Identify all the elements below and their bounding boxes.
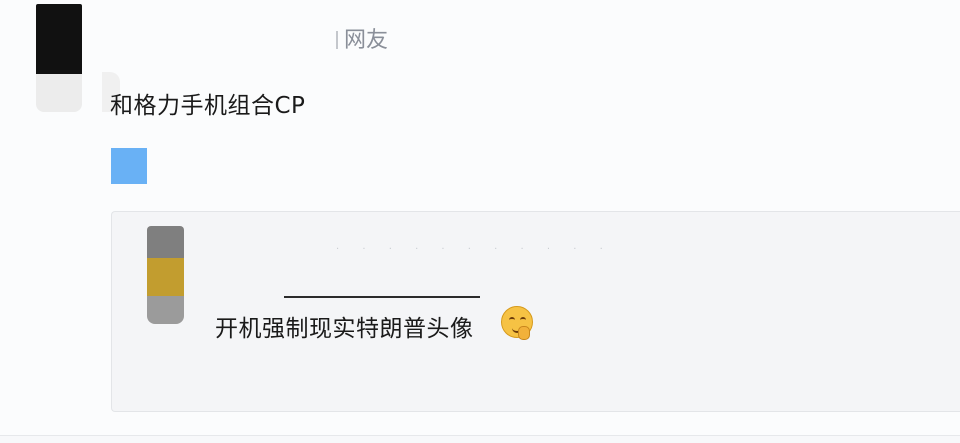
post-body-text: 和格力手机组合CP bbox=[110, 93, 306, 119]
author-name-text: 网友 bbox=[344, 28, 389, 53]
quoted-redaction-line bbox=[284, 296, 480, 298]
emoji-eye-right bbox=[520, 317, 526, 322]
avatar-stripe-gold bbox=[147, 258, 184, 296]
avatar-base bbox=[36, 74, 82, 112]
smirk-hand-emoji-icon bbox=[501, 306, 533, 340]
emoji-eye-left bbox=[509, 317, 515, 322]
quoted-post-text: 开机强制现实特朗普头像 bbox=[215, 316, 474, 342]
avatar-stripe-gray bbox=[147, 226, 184, 258]
author-avatar[interactable] bbox=[36, 4, 120, 112]
emoji-hand bbox=[518, 326, 530, 340]
quoted-author-redacted: · · · · · · · · · · · bbox=[336, 244, 613, 255]
author-name[interactable]: 网友 bbox=[336, 22, 388, 54]
image-placeholder-icon[interactable] bbox=[111, 148, 147, 184]
name-crop-mark bbox=[336, 31, 338, 49]
avatar-stripe-gray-light bbox=[147, 296, 184, 324]
quoted-author-avatar[interactable] bbox=[147, 226, 184, 324]
avatar-redaction bbox=[36, 4, 82, 76]
post-card: 网友 和格力手机组合CP · · · · · · · · · · · 开机强制现… bbox=[0, 0, 960, 436]
